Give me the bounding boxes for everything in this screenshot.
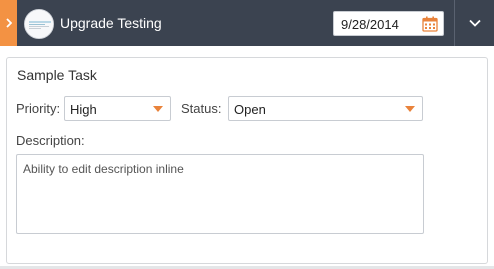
project-title: Upgrade Testing	[60, 15, 162, 31]
task-title: Sample Task	[17, 67, 97, 83]
chevron-right-icon	[5, 18, 12, 28]
project-avatar	[24, 9, 54, 39]
status-value: Open	[234, 102, 266, 117]
collapse-panel-button[interactable]	[0, 0, 17, 46]
priority-select[interactable]: High	[64, 96, 171, 121]
dropdown-arrow-icon	[153, 106, 163, 112]
expand-menu-button[interactable]	[455, 0, 494, 46]
chevron-down-icon	[468, 19, 481, 27]
due-date-value: 9/28/2014	[341, 17, 399, 32]
priority-label: Priority:	[16, 101, 61, 116]
description-textarea[interactable]: Ability to edit description inline	[16, 154, 424, 234]
task-detail-panel: Sample Task Priority: High Status: Open …	[6, 57, 488, 264]
task-header-bar: Upgrade Testing 9/28/2014	[0, 0, 494, 46]
priority-value: High	[70, 102, 97, 117]
dropdown-arrow-icon	[405, 106, 415, 112]
status-select[interactable]: Open	[228, 96, 423, 121]
status-label: Status:	[181, 101, 222, 116]
description-label: Description:	[16, 133, 85, 148]
due-date-field[interactable]: 9/28/2014	[333, 11, 444, 36]
calendar-icon[interactable]	[422, 16, 438, 32]
description-text: Ability to edit description inline	[23, 162, 184, 176]
